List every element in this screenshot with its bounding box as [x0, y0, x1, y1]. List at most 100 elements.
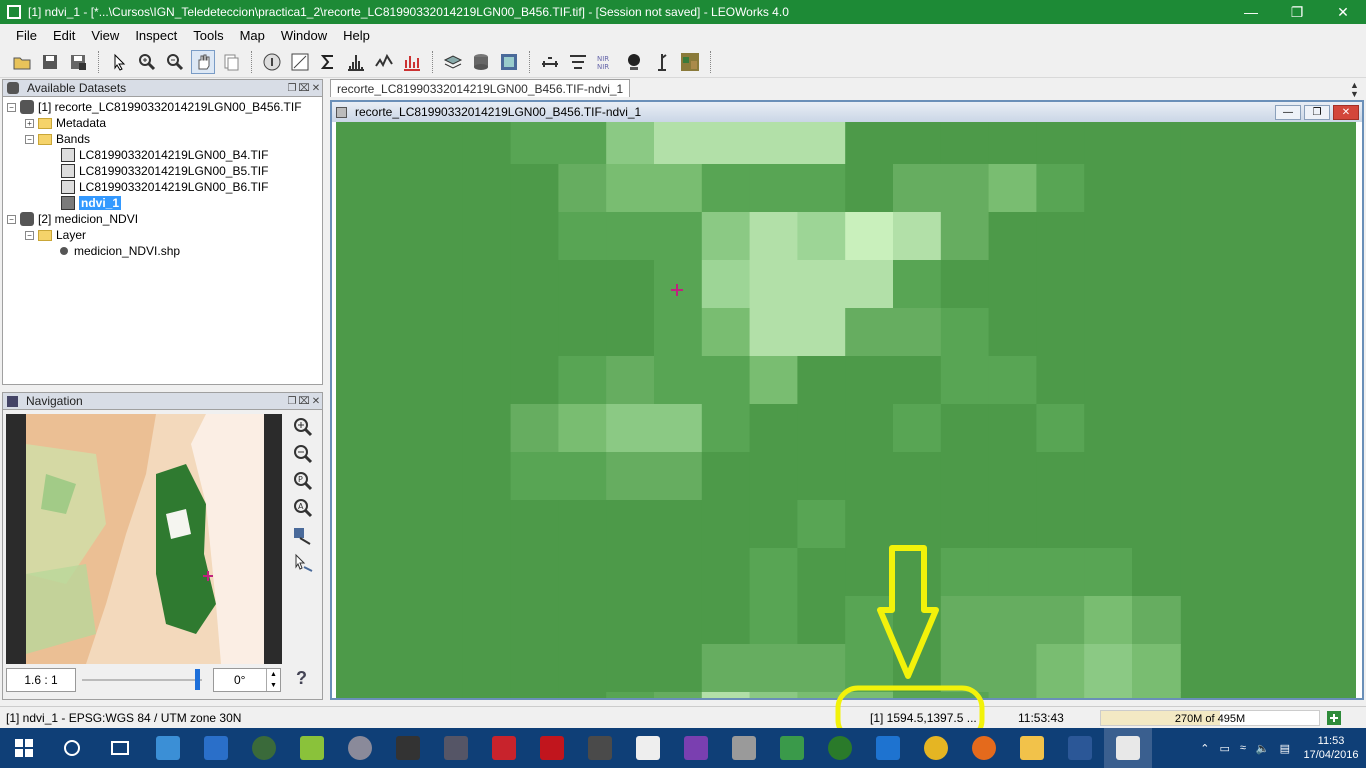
close-icon[interactable]: ✕ [310, 396, 322, 407]
menu-edit[interactable]: Edit [45, 28, 83, 43]
pin-icon[interactable]: ⌧ [298, 83, 310, 94]
wifi-icon[interactable]: ≈ [1240, 742, 1246, 754]
app-green-icon[interactable] [816, 728, 864, 768]
app-database-icon[interactable] [720, 728, 768, 768]
frame-minimize-button[interactable]: — [1275, 104, 1301, 120]
app-arc-icon[interactable] [384, 728, 432, 768]
search-icon[interactable] [48, 728, 96, 768]
app-firefox-icon[interactable] [960, 728, 1008, 768]
menu-window[interactable]: Window [273, 28, 335, 43]
menu-file[interactable]: File [8, 28, 45, 43]
collapse-icon[interactable]: − [25, 230, 34, 240]
taskbar-clock[interactable]: 11:53 17/04/2016 [1296, 734, 1366, 762]
chart-icon[interactable] [400, 50, 424, 74]
menu-inspect[interactable]: Inspect [127, 28, 185, 43]
notification-icon[interactable]: ▤ [1280, 742, 1290, 755]
collapse-icon[interactable]: − [7, 214, 16, 224]
app-word-icon[interactable] [1056, 728, 1104, 768]
sum-icon[interactable] [316, 50, 340, 74]
help-button[interactable]: ? [296, 668, 307, 689]
collapse-icon[interactable]: − [25, 134, 34, 144]
spectrum-icon[interactable] [372, 50, 396, 74]
volume-icon[interactable]: 🔈 [1256, 742, 1270, 755]
tree-node-metadata[interactable]: + Metadata [7, 115, 322, 131]
zoom-slider-thumb[interactable] [195, 669, 200, 690]
document-tab[interactable]: recorte_LC81990332014219LGN00_B456.TIF-n… [330, 79, 631, 97]
image-thumbnail-icon[interactable] [678, 50, 702, 74]
info-icon[interactable] [260, 50, 284, 74]
ndvi-image-view[interactable] [336, 122, 1356, 698]
open-icon[interactable] [10, 50, 34, 74]
app-edge-icon[interactable] [864, 728, 912, 768]
close-icon[interactable]: ✕ [310, 83, 322, 94]
frame-close-button[interactable]: ✕ [1333, 104, 1359, 120]
start-button[interactable] [0, 728, 48, 768]
app-java-icon[interactable] [1104, 728, 1152, 768]
collapse-icon[interactable]: − [7, 102, 16, 112]
maximize-button[interactable]: ❐ [1274, 0, 1320, 24]
app-explorer-icon[interactable] [1008, 728, 1056, 768]
ndvi-icon[interactable]: NIR NIR [594, 50, 618, 74]
restore-icon[interactable]: ❐ [286, 396, 298, 407]
frame-maximize-button[interactable]: ❐ [1304, 104, 1330, 120]
app-qgis-icon[interactable] [288, 728, 336, 768]
tray-chevron-icon[interactable]: ⌃ [1200, 742, 1209, 755]
menu-view[interactable]: View [83, 28, 127, 43]
app-acrobat-icon[interactable] [528, 728, 576, 768]
app-autocad-icon[interactable] [480, 728, 528, 768]
pan-hand-icon[interactable] [191, 49, 215, 74]
pointer-icon[interactable] [107, 50, 131, 74]
battery-icon[interactable]: ▭ [1219, 742, 1229, 755]
memory-indicator[interactable]: 270M of 495M [1100, 710, 1320, 726]
tree-node-band-b5[interactable]: LC81990332014219LGN00_B5.TIF [7, 163, 322, 179]
minimize-button[interactable]: — [1228, 0, 1274, 24]
rotation-spinner[interactable]: ▲ ▼ [266, 669, 280, 691]
tree-node-shapefile[interactable]: medicion_NDVI.shp [7, 243, 322, 259]
measure-icon[interactable] [538, 50, 562, 74]
filter-icon[interactable] [566, 50, 590, 74]
app-android-icon[interactable] [768, 728, 816, 768]
antenna-icon[interactable] [650, 50, 674, 74]
save-icon[interactable] [38, 50, 62, 74]
app-shield-icon[interactable] [192, 728, 240, 768]
restore-icon[interactable]: ❐ [286, 83, 298, 94]
zoom-slider[interactable] [82, 679, 202, 681]
lamp-icon[interactable] [622, 50, 646, 74]
tree-node-band-b6[interactable]: LC81990332014219LGN00_B6.TIF [7, 179, 322, 195]
expand-icon[interactable]: + [25, 118, 34, 128]
zoom-actual-icon[interactable]: A [292, 497, 314, 519]
sync-cursor-icon[interactable] [292, 553, 314, 575]
pin-icon[interactable]: ⌧ [298, 396, 310, 407]
layers-icon[interactable] [441, 50, 465, 74]
app-magnifier-icon[interactable] [144, 728, 192, 768]
garbage-collect-icon[interactable] [1326, 710, 1342, 726]
zoom-out-icon[interactable] [163, 50, 187, 74]
tree-node-layer[interactable]: − Layer [7, 227, 322, 243]
zoom-out-icon[interactable] [292, 443, 314, 465]
menu-help[interactable]: Help [335, 28, 378, 43]
task-view-icon[interactable] [96, 728, 144, 768]
copy-icon[interactable] [219, 50, 243, 74]
menu-map[interactable]: Map [232, 28, 273, 43]
close-button[interactable]: ✕ [1320, 0, 1366, 24]
database-icon[interactable] [469, 50, 493, 74]
app-sublime-icon[interactable] [576, 728, 624, 768]
app-snap-icon[interactable] [432, 728, 480, 768]
histogram-icon[interactable] [344, 50, 368, 74]
app-visual-studio-icon[interactable] [672, 728, 720, 768]
app-chrome-icon[interactable] [912, 728, 960, 768]
zoom-in-icon[interactable] [292, 416, 314, 438]
tab-bar-scroll-down-icon[interactable]: ▼ [1350, 89, 1359, 99]
app-ipython-icon[interactable] [624, 728, 672, 768]
app-grid-globe-icon[interactable] [336, 728, 384, 768]
tree-node-dataset-1[interactable]: − [1] recorte_LC81990332014219LGN00_B456.… [7, 99, 322, 115]
save-as-icon[interactable] [66, 50, 90, 74]
zoom-in-icon[interactable] [135, 50, 159, 74]
zoom-fit-icon[interactable]: P [292, 470, 314, 492]
app-globe-icon[interactable] [240, 728, 288, 768]
tree-node-bands[interactable]: − Bands [7, 131, 322, 147]
navigation-overview-map[interactable] [6, 414, 282, 664]
subset-icon[interactable] [497, 50, 521, 74]
tree-node-dataset-2[interactable]: − [2] medicion_NDVI [7, 211, 322, 227]
sync-views-icon[interactable] [292, 526, 314, 548]
